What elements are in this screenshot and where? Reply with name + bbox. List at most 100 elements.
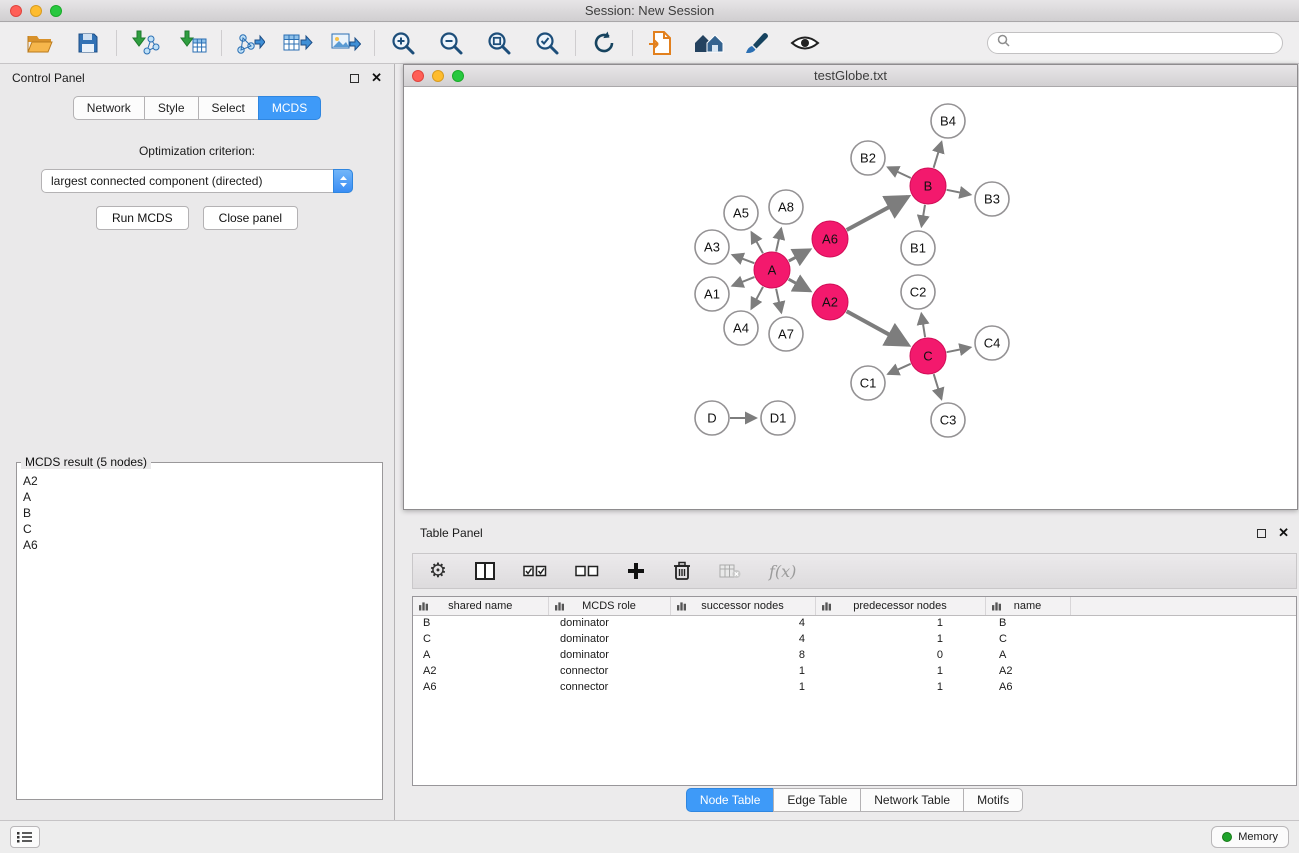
column-header-name[interactable]: name [985,597,1070,615]
edge-A6-B[interactable] [847,197,908,230]
save-icon[interactable] [72,28,104,58]
edge-A-A7[interactable] [776,289,781,313]
node-D[interactable]: D [695,401,729,435]
network-svg[interactable]: B4B2BB3A5A8A6A3B1AC2A1A2A4A7C4CC1C3DD1 [404,88,1297,509]
table-row[interactable]: Bdominator41B [413,615,1296,631]
add-column-icon[interactable] [627,562,645,580]
edge-B-B4[interactable] [934,142,942,168]
table-settings-gear-icon[interactable]: ⚙ [429,561,447,581]
node-C4[interactable]: C4 [975,326,1009,360]
open-document-icon[interactable] [645,28,677,58]
delete-column-trash-icon[interactable] [673,561,691,581]
edge-A-A5[interactable] [752,232,763,253]
minimize-network-window-icon[interactable] [432,70,444,82]
node-B3[interactable]: B3 [975,182,1009,216]
result-item[interactable]: A [23,489,376,505]
edge-A-A3[interactable] [733,255,755,263]
edge-B-B2[interactable] [888,167,911,178]
close-network-window-icon[interactable] [412,70,424,82]
home-icon[interactable] [693,28,725,58]
result-item[interactable]: A2 [23,473,376,489]
close-panel-button[interactable]: Close panel [203,206,298,230]
tab-motifs[interactable]: Motifs [963,788,1023,812]
export-network-icon[interactable] [234,28,266,58]
run-mcds-button[interactable]: Run MCDS [96,206,189,230]
zoom-in-icon[interactable] [387,28,419,58]
close-panel-icon[interactable]: ✕ [371,73,382,83]
node-A2[interactable]: A2 [812,284,848,320]
edge-B-B3[interactable] [947,190,971,195]
edge-A-A2[interactable] [789,279,810,291]
edge-A2-C[interactable] [847,311,908,345]
node-A3[interactable]: A3 [695,230,729,264]
tab-style[interactable]: Style [144,96,199,120]
zoom-network-window-icon[interactable] [452,70,464,82]
deselect-all-icon[interactable] [575,565,599,577]
table-row[interactable]: A6connector11A6 [413,679,1296,695]
table-row[interactable]: A2connector11A2 [413,663,1296,679]
result-item[interactable]: A6 [23,537,376,553]
node-A4[interactable]: A4 [724,311,758,345]
edge-C-C3[interactable] [934,374,942,399]
node-B4[interactable]: B4 [931,104,965,138]
zoom-window-icon[interactable] [50,5,62,17]
tab-edge-table[interactable]: Edge Table [773,788,861,812]
zoom-selected-icon[interactable] [531,28,563,58]
node-A1[interactable]: A1 [695,277,729,311]
export-table-icon[interactable] [282,28,314,58]
style-brush-icon[interactable] [741,28,773,58]
edge-B-B1[interactable] [922,205,926,227]
node-A[interactable]: A [754,252,790,288]
edge-A-A8[interactable] [776,229,781,252]
float-panel-icon[interactable] [350,74,359,83]
tab-node-table[interactable]: Node Table [686,788,775,812]
show-hide-eye-icon[interactable] [789,28,821,58]
table-row[interactable]: Cdominator41C [413,631,1296,647]
tab-network[interactable]: Network [73,96,145,120]
zoom-fit-icon[interactable] [483,28,515,58]
edge-A-A4[interactable] [751,287,763,309]
node-B2[interactable]: B2 [851,141,885,175]
node-A8[interactable]: A8 [769,190,803,224]
close-table-panel-icon[interactable]: ✕ [1278,528,1289,538]
network-canvas[interactable]: B4B2BB3A5A8A6A3B1AC2A1A2A4A7C4CC1C3DD1 [404,88,1297,509]
close-window-icon[interactable] [10,5,22,17]
edge-A-A6[interactable] [789,250,810,261]
column-header-shared-name[interactable]: shared name [413,597,548,615]
node-C3[interactable]: C3 [931,403,965,437]
tab-select[interactable]: Select [198,96,259,120]
import-network-icon[interactable] [129,28,161,58]
table-row[interactable]: Adominator80A [413,647,1296,663]
node-C1[interactable]: C1 [851,366,885,400]
memory-button[interactable]: Memory [1211,826,1289,848]
column-header-successor-nodes[interactable]: successor nodes [670,597,815,615]
column-header-predecessor-nodes[interactable]: predecessor nodes [815,597,985,615]
node-B1[interactable]: B1 [901,231,935,265]
zoom-out-icon[interactable] [435,28,467,58]
export-image-icon[interactable] [330,28,362,58]
import-table-icon[interactable] [177,28,209,58]
edge-C-C2[interactable] [921,314,925,338]
tab-network-table[interactable]: Network Table [860,788,964,812]
task-history-button[interactable] [10,826,40,848]
column-header-MCDS-role[interactable]: MCDS role [548,597,670,615]
function-builder-icon[interactable]: f(x) [769,562,796,581]
search-input[interactable] [1016,36,1273,50]
node-A7[interactable]: A7 [769,317,803,351]
edge-C-C1[interactable] [888,364,911,374]
node-A5[interactable]: A5 [724,196,758,230]
criterion-dropdown[interactable]: largest connected component (directed) [41,169,353,193]
tab-mcds[interactable]: MCDS [258,96,321,120]
show-columns-icon[interactable] [475,562,495,580]
node-C2[interactable]: C2 [901,275,935,309]
node-B[interactable]: B [910,168,946,204]
edge-C-C4[interactable] [947,347,971,352]
result-item[interactable]: C [23,521,376,537]
node-D1[interactable]: D1 [761,401,795,435]
open-folder-icon[interactable] [24,28,56,58]
edge-A-A1[interactable] [732,277,754,286]
float-table-panel-icon[interactable] [1257,529,1266,538]
minimize-window-icon[interactable] [30,5,42,17]
result-item[interactable]: B [23,505,376,521]
node-C[interactable]: C [910,338,946,374]
